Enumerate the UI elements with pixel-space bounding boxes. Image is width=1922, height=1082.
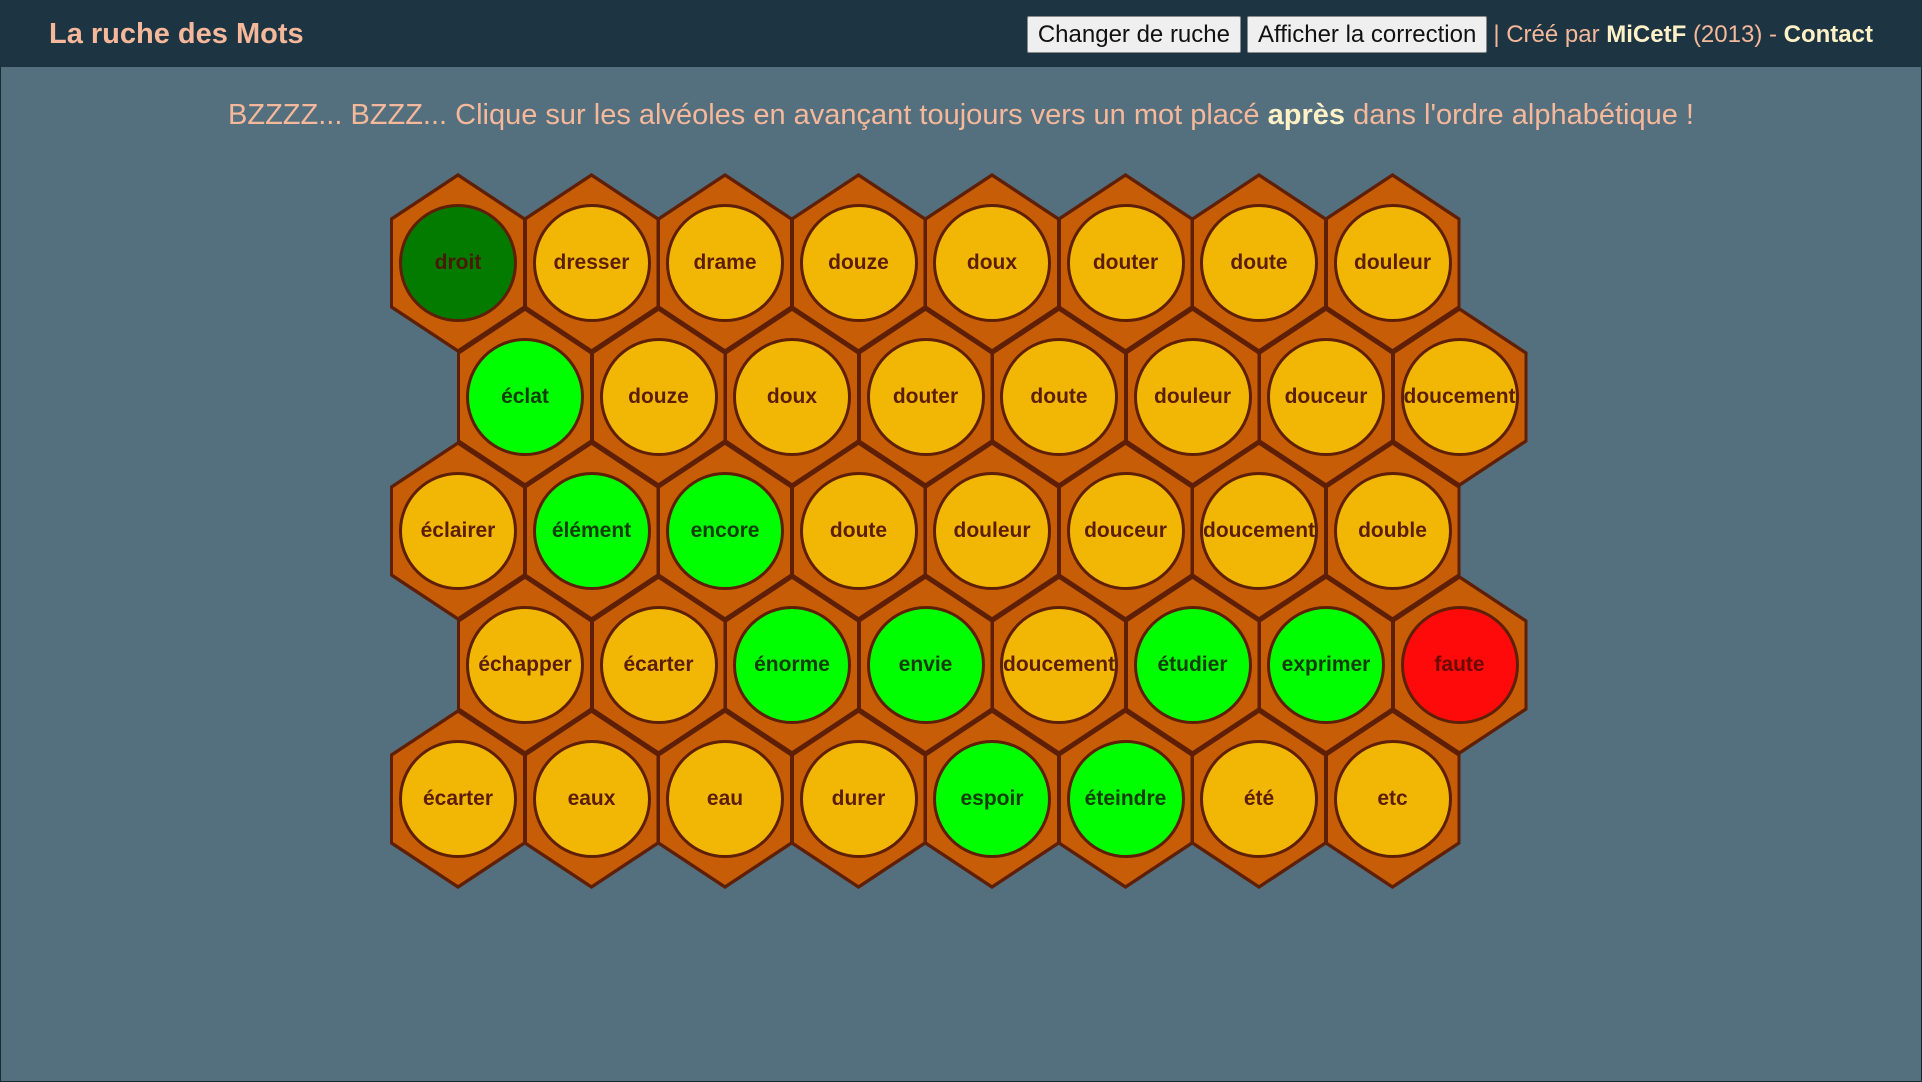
word-cell[interactable]: douze: [799, 204, 918, 322]
word-cell[interactable]: droit: [399, 204, 517, 322]
word-cell[interactable]: doute: [1000, 338, 1118, 456]
word-cell[interactable]: double: [1333, 472, 1452, 590]
instruction-emphasis: après: [1267, 99, 1345, 131]
word-cell[interactable]: doux: [733, 338, 851, 456]
word-cell[interactable]: écarter: [399, 740, 517, 858]
top-bar: La ruche des Mots Changer de ruche Affic…: [0, 0, 1922, 67]
word-cell[interactable]: été: [1200, 740, 1318, 858]
credit-year: (2013) -: [1692, 20, 1777, 48]
word-cell[interactable]: douleur: [933, 472, 1051, 590]
word-cell[interactable]: éclairer: [399, 472, 517, 590]
change-hive-button[interactable]: Changer de ruche: [1026, 16, 1241, 53]
word-cell[interactable]: exprimer: [1267, 606, 1385, 724]
word-cell[interactable]: éteindre: [1066, 740, 1185, 858]
word-cell[interactable]: eau: [666, 740, 784, 858]
word-cell[interactable]: éclat: [466, 338, 584, 456]
word-cell[interactable]: doux: [933, 204, 1051, 322]
word-cell[interactable]: doucement: [1000, 606, 1118, 724]
word-cell[interactable]: durer: [799, 740, 918, 858]
word-cell[interactable]: étudier: [1133, 606, 1252, 724]
word-cell[interactable]: échapper: [466, 606, 584, 724]
word-cell[interactable]: douleur: [1333, 204, 1452, 322]
word-cell[interactable]: écarter: [599, 606, 718, 724]
word-cell[interactable]: etc: [1333, 740, 1452, 858]
instruction-text: BZZZZ... BZZZ... Clique sur les alvéoles…: [0, 99, 1922, 132]
word-cell[interactable]: doucement: [1400, 338, 1519, 456]
contact-link[interactable]: Contact: [1784, 21, 1873, 49]
word-cell[interactable]: énorme: [733, 606, 851, 724]
word-cell[interactable]: drame: [666, 204, 784, 322]
word-cell[interactable]: doute: [1200, 204, 1318, 322]
word-cell[interactable]: encore: [666, 472, 784, 590]
credit-prefix: | Créé par: [1493, 20, 1600, 48]
author-link[interactable]: MiCetF: [1606, 21, 1686, 49]
word-cell[interactable]: douceur: [1267, 338, 1385, 456]
word-cell[interactable]: doute: [799, 472, 918, 590]
header-actions: Changer de ruche Afficher la correction …: [1026, 16, 1873, 53]
word-cell[interactable]: doucement: [1200, 472, 1318, 590]
instruction-before: BZZZZ... BZZZ... Clique sur les alvéoles…: [228, 99, 1260, 131]
word-cell[interactable]: eaux: [532, 740, 651, 858]
word-cell[interactable]: douze: [599, 338, 718, 456]
word-cell[interactable]: douter: [1066, 204, 1185, 322]
word-cell[interactable]: douceur: [1066, 472, 1185, 590]
show-correction-button[interactable]: Afficher la correction: [1246, 16, 1488, 53]
word-cell[interactable]: douter: [866, 338, 985, 456]
word-cell[interactable]: faute: [1400, 606, 1519, 724]
word-cell[interactable]: dresser: [532, 204, 651, 322]
word-cell[interactable]: envie: [866, 606, 985, 724]
site-title[interactable]: La ruche des Mots: [49, 18, 304, 51]
instruction-after: dans l'ordre alphabétique !: [1353, 99, 1694, 131]
word-cell[interactable]: espoir: [933, 740, 1051, 858]
word-cell[interactable]: élément: [532, 472, 651, 590]
word-cell[interactable]: douleur: [1133, 338, 1252, 456]
